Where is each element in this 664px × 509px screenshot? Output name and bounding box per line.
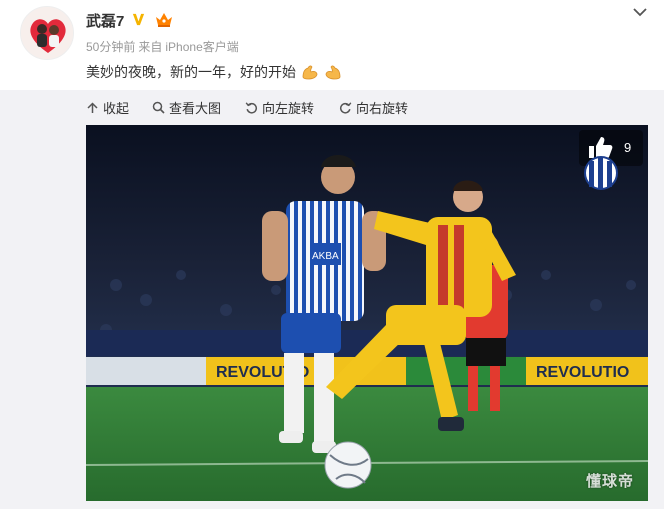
rotate-left-label: 向左旋转 bbox=[262, 100, 315, 116]
rotate-right-button[interactable]: 向右旋转 bbox=[339, 98, 408, 116]
rotate-left-icon bbox=[245, 101, 257, 113]
espanyol-crest-icon bbox=[584, 156, 618, 190]
like-count: 9 bbox=[624, 140, 632, 155]
watermark: 懂球帝 bbox=[585, 473, 634, 490]
collapse-label: 收起 bbox=[103, 100, 130, 116]
verified-icon bbox=[132, 13, 145, 26]
avatar-image bbox=[21, 7, 73, 59]
media-toolbar: 收起 查看大图 向左旋转 向右旋转 bbox=[0, 90, 664, 123]
match-photo[interactable]: REVOLUTIO REVOLUTIO AKBA 9 懂球帝 bbox=[86, 125, 648, 501]
post-time[interactable]: 50分钟前 bbox=[86, 40, 135, 54]
post-meta: 50分钟前 来自 iPhone客户端 bbox=[86, 38, 242, 55]
search-icon bbox=[152, 101, 165, 114]
vip-icon[interactable] bbox=[154, 11, 174, 28]
collapse-arrow-icon bbox=[87, 101, 98, 113]
flexed-biceps-icon bbox=[302, 65, 318, 80]
shirt-sponsor: AKBA bbox=[312, 251, 339, 262]
post-source-prefix: 来自 bbox=[138, 40, 163, 54]
rotate-right-icon bbox=[340, 101, 352, 113]
rotate-left-button[interactable]: 向左旋转 bbox=[245, 98, 314, 116]
media-panel: 收起 查看大图 向左旋转 向右旋转 REVOLUTIO REVOLUTIO AK… bbox=[0, 90, 664, 509]
chevron-down-icon[interactable] bbox=[631, 5, 649, 19]
post-source[interactable]: iPhone客户端 bbox=[165, 40, 238, 54]
view-large-label: 查看大图 bbox=[169, 100, 222, 116]
username[interactable]: 武磊7 bbox=[86, 10, 124, 31]
match-photo-scene: REVOLUTIO REVOLUTIO AKBA bbox=[86, 125, 648, 501]
board-text: REVOLUTIO bbox=[536, 364, 629, 381]
avatar[interactable] bbox=[20, 6, 74, 60]
collapse-button[interactable]: 收起 bbox=[86, 98, 129, 116]
flexed-biceps-icon bbox=[325, 65, 341, 80]
post-text: 美妙的夜晚，新的一年，好的开始 bbox=[86, 64, 296, 80]
post-text-row: 美妙的夜晚，新的一年，好的开始 bbox=[86, 62, 342, 82]
rotate-right-label: 向右旋转 bbox=[356, 100, 409, 116]
view-large-button[interactable]: 查看大图 bbox=[152, 98, 221, 116]
football-figure bbox=[324, 441, 372, 489]
